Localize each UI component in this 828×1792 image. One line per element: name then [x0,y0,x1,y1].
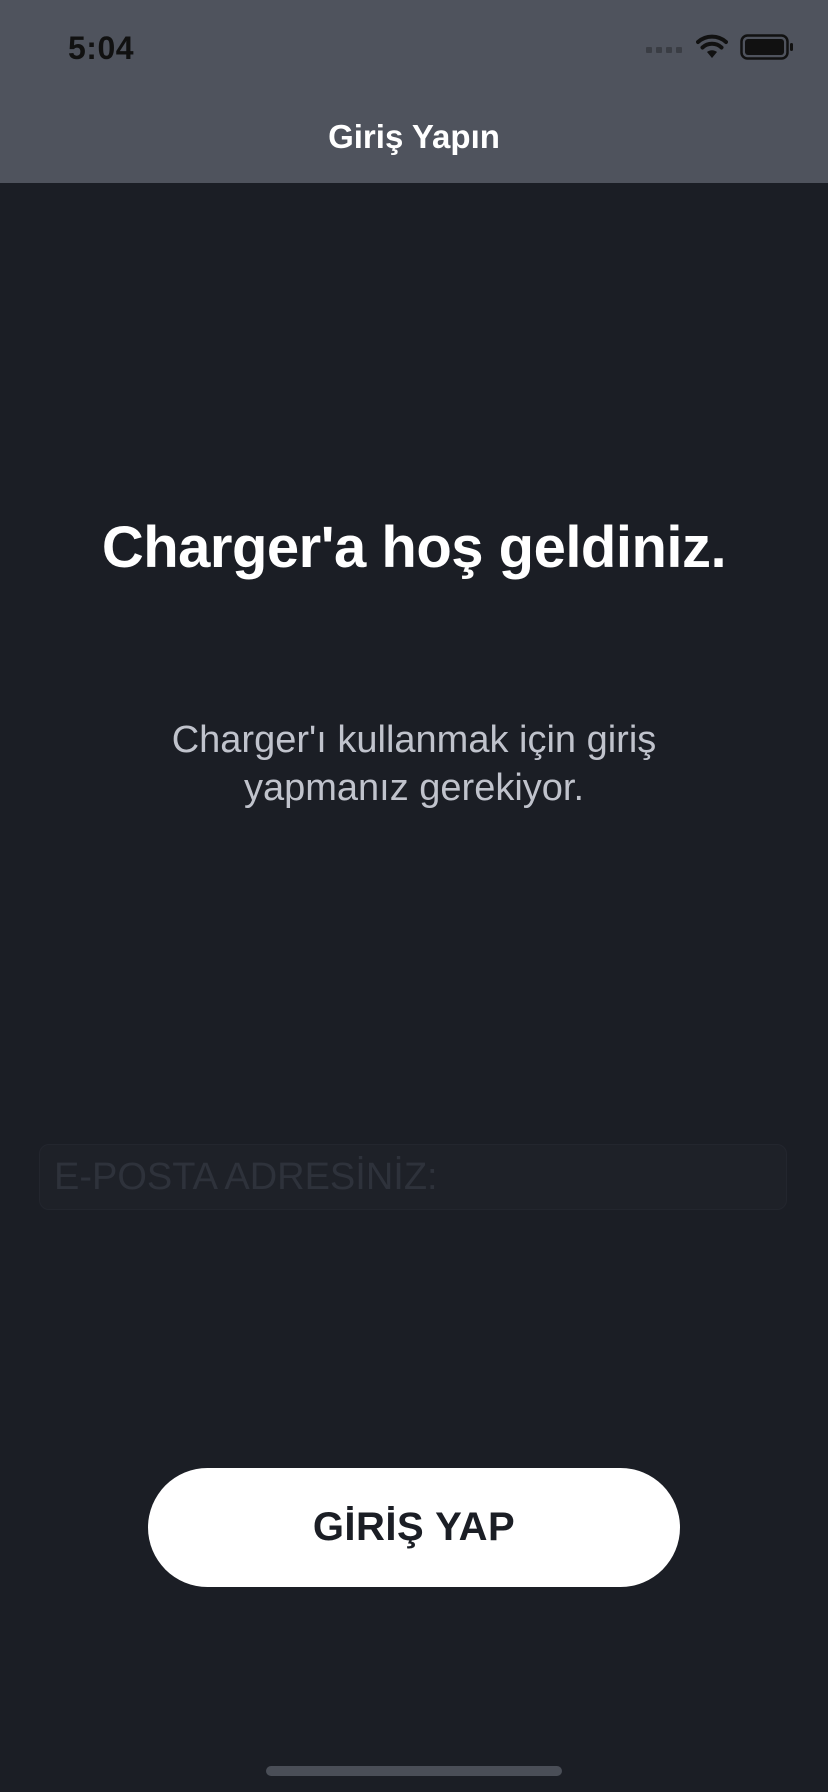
signal-icon [646,40,684,58]
email-field[interactable] [39,1144,787,1210]
page-title: Giriş Yapın [328,118,500,155]
welcome-subtitle: Charger'ı kullanmak için giriş yapmanız … [171,719,657,809]
status-icons [646,33,794,65]
home-indicator [266,1766,562,1776]
login-button[interactable]: GİRİŞ YAP [148,1468,680,1587]
status-time: 5:04 [68,30,135,66]
wifi-icon [696,34,728,65]
nav-header: 5:04 Giriş Yapın [0,0,828,183]
battery-icon [740,33,794,65]
welcome-title: Charger'a hoş geldiniz. [101,515,727,580]
